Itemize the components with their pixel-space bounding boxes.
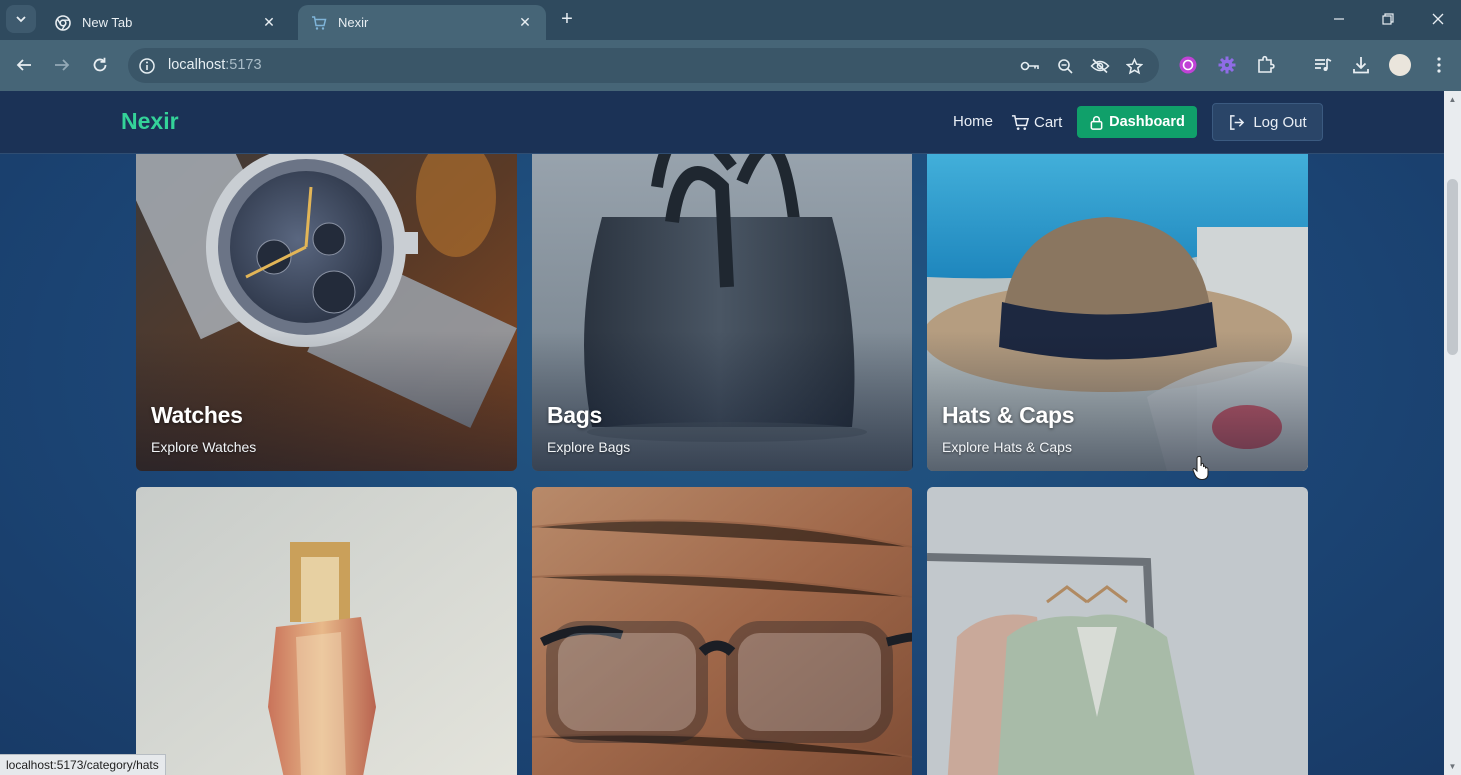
card-title: Hats & Caps (942, 402, 1075, 428)
address-url: localhost:5173 (168, 57, 262, 73)
site-info-icon[interactable] (138, 57, 156, 75)
tab-search-button[interactable] (6, 5, 36, 33)
page-scrollbar[interactable]: ▲ ▼ (1444, 91, 1461, 775)
tab-title: Nexir (338, 15, 369, 30)
hand-cursor-icon (1192, 455, 1209, 480)
category-card-glasses[interactable] (532, 487, 913, 775)
browser-toolbar: localhost:5173 (0, 40, 1461, 91)
media-icon[interactable] (1310, 52, 1336, 78)
tab-new-tab[interactable]: New Tab ✕ (42, 5, 290, 40)
browser-tab-bar: New Tab ✕ Nexir ✕ + (0, 0, 1461, 40)
zoom-icon[interactable] (1055, 56, 1075, 76)
cart-icon (1011, 115, 1030, 131)
category-card-watches[interactable]: Watches Explore Watches (136, 127, 517, 471)
nav-home-link[interactable]: Home (953, 113, 993, 130)
profile-avatar[interactable] (1389, 54, 1411, 76)
category-card-clothing[interactable] (927, 487, 1308, 775)
new-tab-plus-icon[interactable]: + (556, 8, 578, 30)
card-title: Watches (151, 402, 243, 428)
reload-icon[interactable] (87, 52, 113, 78)
close-icon[interactable]: ✕ (260, 14, 278, 32)
category-card-bags[interactable]: Bags Explore Bags (532, 127, 913, 471)
category-card-perfume[interactable] (136, 487, 517, 775)
close-icon[interactable]: ✕ (516, 14, 534, 32)
forward-arrow-icon[interactable] (49, 52, 75, 78)
site-navbar: Nexir Home Cart Dashboard Log Out (0, 91, 1444, 154)
address-bar[interactable]: localhost:5173 (128, 48, 1159, 83)
cart-favicon-icon (310, 14, 328, 32)
card-subtitle: Explore Hats & Caps (942, 439, 1072, 455)
dashboard-button[interactable]: Dashboard (1077, 106, 1197, 138)
tab-title: New Tab (82, 15, 133, 30)
extension-gear-icon[interactable] (1214, 52, 1240, 78)
scroll-up-arrow-icon[interactable]: ▲ (1448, 95, 1457, 104)
minimize-icon[interactable] (1327, 8, 1351, 30)
perfume-photo (136, 487, 517, 775)
scroll-down-arrow-icon[interactable]: ▼ (1448, 762, 1457, 771)
scrollbar-thumb[interactable] (1447, 179, 1458, 355)
password-key-icon[interactable] (1020, 56, 1040, 76)
link-status-preview: localhost:5173/category/hats (0, 754, 166, 775)
logout-icon (1230, 114, 1245, 130)
brand-logo[interactable]: Nexir (121, 108, 179, 135)
star-icon[interactable] (1124, 56, 1144, 76)
window-close-icon[interactable] (1426, 8, 1450, 30)
eye-off-icon[interactable] (1090, 56, 1110, 76)
logout-button[interactable]: Log Out (1212, 103, 1323, 141)
category-card-hats[interactable]: Hats & Caps Explore Hats & Caps (927, 127, 1308, 471)
page-viewport: Nexir Home Cart Dashboard Log Out Watche… (0, 91, 1444, 775)
card-subtitle: Explore Watches (151, 439, 257, 455)
clothes-rack-photo (927, 487, 1308, 775)
chevron-down-icon (16, 16, 26, 23)
glasses-photo (532, 487, 912, 775)
puzzle-icon[interactable] (1253, 52, 1279, 78)
card-title: Bags (547, 402, 603, 428)
extension-purple-icon[interactable] (1175, 52, 1201, 78)
card-subtitle: Explore Bags (547, 439, 631, 455)
nav-cart-link[interactable]: Cart (1011, 113, 1062, 132)
chrome-icon (54, 14, 72, 32)
back-arrow-icon[interactable] (11, 52, 37, 78)
restore-icon[interactable] (1376, 8, 1400, 30)
lock-icon (1090, 115, 1103, 130)
download-icon[interactable] (1348, 52, 1374, 78)
tab-nexir[interactable]: Nexir ✕ (298, 5, 546, 40)
menu-icon[interactable] (1426, 52, 1452, 78)
